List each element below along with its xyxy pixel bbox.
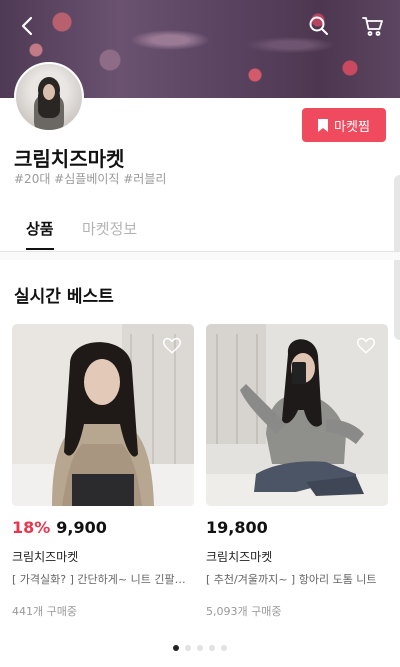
section-divider: [0, 252, 400, 260]
wishlist-heart-icon[interactable]: [162, 336, 182, 356]
carousel-pagination: [0, 645, 400, 651]
shop-avatar: [14, 62, 84, 132]
cart-icon: [362, 17, 383, 36]
search-button[interactable]: [303, 10, 335, 42]
shop-name: 크림치즈마켓: [14, 147, 125, 171]
favorite-market-label: 마켓찜: [334, 119, 370, 135]
wishlist-heart-icon[interactable]: [356, 336, 376, 356]
price-row: 19,800: [206, 518, 388, 540]
back-button[interactable]: [12, 10, 44, 42]
pagination-dot[interactable]: [209, 645, 215, 651]
bookmark-icon: [318, 118, 329, 132]
search-icon: [309, 16, 328, 35]
product-image[interactable]: [12, 324, 194, 506]
buyers-count: 5,093개 구매중: [206, 605, 282, 618]
product-description[interactable]: [ 가격실화? ] 간단하게~ 니트 긴팔티...: [12, 571, 194, 587]
product-card[interactable]: 18% 9,900 크림치즈마켓 [ 가격실화? ] 간단하게~ 니트 긴팔티..…: [12, 324, 194, 619]
price: 9,900: [56, 518, 107, 537]
cart-button[interactable]: [357, 10, 389, 42]
back-arrow-icon: [21, 16, 33, 36]
product-brand: 크림치즈마켓: [206, 550, 273, 564]
discount-rate: 18%: [12, 518, 51, 537]
buyers-count: 441개 구매중: [12, 605, 77, 618]
product-description[interactable]: [ 추천/겨울까지~ ] 항아리 도톰 니트: [206, 571, 388, 587]
pagination-dot[interactable]: [197, 645, 203, 651]
tab-bar: 상품 마켓정보: [0, 218, 400, 252]
tab-market-info[interactable]: 마켓정보: [82, 218, 137, 248]
product-card[interactable]: 19,800 크림치즈마켓 [ 추천/겨울까지~ ] 항아리 도톰 니트 5,0…: [206, 324, 388, 619]
favorite-market-button[interactable]: 마켓찜: [302, 108, 386, 142]
product-image[interactable]: [206, 324, 388, 506]
product-brand: 크림치즈마켓: [12, 550, 79, 564]
pagination-dot[interactable]: [173, 645, 179, 651]
shop-tags: #20대 #심플베이직 #러블리: [14, 172, 167, 186]
pagination-dot[interactable]: [185, 645, 191, 651]
price: 19,800: [206, 518, 268, 537]
pagination-dot[interactable]: [221, 645, 227, 651]
price-row: 18% 9,900: [12, 518, 194, 540]
section-title: 실시간 베스트: [14, 287, 114, 307]
tab-products[interactable]: 상품: [26, 218, 54, 250]
